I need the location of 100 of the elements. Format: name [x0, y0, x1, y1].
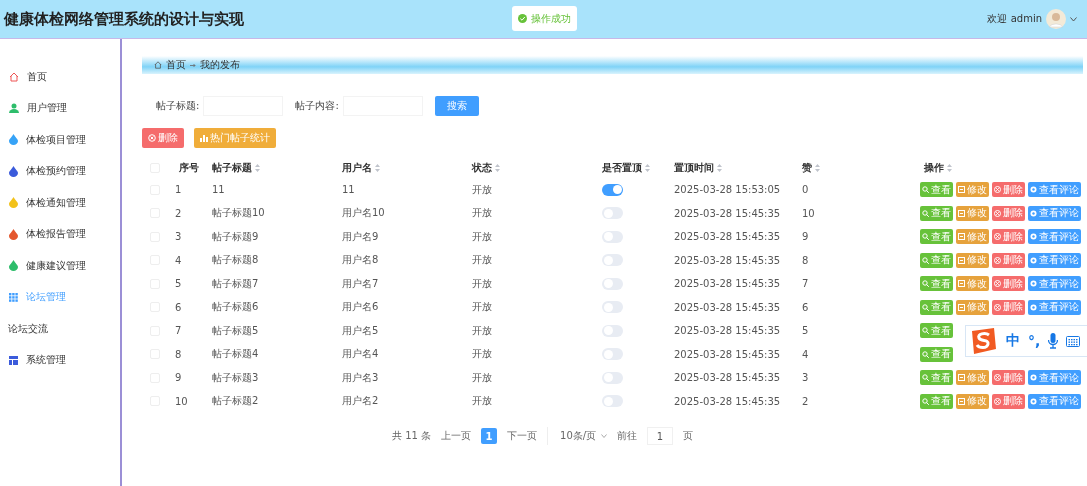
page-input[interactable]: 1: [647, 427, 674, 445]
table-cell-text: 9: [801, 231, 810, 243]
breadcrumb-link[interactable]: 我的发布: [200, 58, 240, 72]
keyboard-icon[interactable]: [1066, 335, 1081, 347]
action-button[interactable]: 查看: [920, 182, 953, 198]
action-button[interactable]: 查看: [920, 393, 953, 409]
close-circle-icon: [994, 186, 1001, 194]
action-button[interactable]: 修改: [956, 299, 989, 315]
table-cell-text: 帖子标题3: [211, 370, 260, 385]
page-button[interactable]: 1: [481, 428, 498, 444]
action-button[interactable]: 删除: [992, 370, 1025, 386]
close-circle-icon: [148, 134, 156, 142]
action-button[interactable]: 删除: [992, 299, 1025, 315]
action-button[interactable]: 查看: [920, 299, 953, 315]
table-cell-text: 帖子标题5: [211, 323, 260, 338]
action-button[interactable]: 查看评论: [1028, 205, 1081, 221]
sort-icon[interactable]: [255, 164, 260, 172]
action-button[interactable]: 删除: [992, 229, 1025, 245]
action-button[interactable]: 修改: [956, 276, 989, 292]
prev-page-button[interactable]: 上一页: [441, 429, 472, 443]
caret-icon[interactable]: [1070, 16, 1077, 22]
sidebar-item[interactable]: 论坛管理: [0, 281, 120, 313]
action-button[interactable]: 查看: [920, 323, 953, 339]
close-circle-icon: [994, 374, 1001, 382]
ime-toggle[interactable]: 中: [1006, 332, 1020, 350]
next-page-button[interactable]: 下一页: [507, 429, 538, 443]
action-button[interactable]: 修改: [956, 182, 989, 198]
ime-toggle[interactable]: °,: [1028, 333, 1041, 349]
table-cell-text: 帖子标题10: [211, 206, 266, 221]
sidebar-item[interactable]: 系统管理: [0, 344, 120, 376]
sort-icon[interactable]: [375, 164, 380, 172]
edit-icon: [958, 303, 965, 311]
action-button[interactable]: 查看评论: [1028, 393, 1081, 409]
page-size-select[interactable]: 10条/页: [547, 427, 608, 445]
sidebar-item[interactable]: 体检通知管理: [0, 187, 120, 219]
action-button[interactable]: 查看评论: [1028, 229, 1081, 245]
action-button[interactable]: 删除: [992, 276, 1025, 292]
edit-icon: [958, 186, 965, 194]
toggle-switch[interactable]: [602, 183, 623, 196]
action-button[interactable]: 删除: [992, 393, 1025, 409]
table-cell-text: 3: [174, 231, 183, 243]
action-button[interactable]: 删除: [992, 205, 1025, 221]
sort-icon[interactable]: [645, 164, 650, 172]
action-button[interactable]: 修改: [956, 229, 989, 245]
delete-button[interactable]: 删除: [142, 128, 184, 148]
sort-icon[interactable]: [947, 164, 952, 172]
action-button[interactable]: 查看: [920, 229, 953, 245]
table-cell-text: 2: [801, 395, 810, 407]
settings-icon: [1030, 256, 1037, 264]
breadcrumb-link[interactable]: 首页: [166, 58, 186, 72]
table-cell-text: 开放: [471, 206, 493, 221]
table-cell-text: 开放: [471, 229, 493, 244]
caret-icon: [601, 434, 608, 438]
sort-icon[interactable]: [495, 164, 500, 172]
action-button[interactable]: 查看评论: [1028, 370, 1081, 386]
sidebar-item[interactable]: 首页: [0, 61, 120, 93]
table-cell-text: 用户名4: [341, 347, 380, 362]
search-icon: [922, 327, 929, 335]
action-button[interactable]: 删除: [992, 252, 1025, 268]
table-cell-text: 0: [801, 184, 810, 196]
action-button[interactable]: 修改: [956, 205, 989, 221]
action-button[interactable]: 修改: [956, 393, 989, 409]
table-cell-text: 2025-03-28 15:53:05: [673, 184, 782, 196]
action-button[interactable]: 修改: [956, 252, 989, 268]
search-icon: [922, 397, 929, 405]
close-circle-icon: [994, 209, 1001, 217]
table-cell-text: 8: [174, 348, 183, 360]
statistics-button[interactable]: 热门帖子统计: [194, 128, 276, 148]
menu-section-label[interactable]: 论坛交流: [0, 313, 120, 345]
action-button[interactable]: 查看: [920, 370, 953, 386]
sort-icon[interactable]: [717, 164, 722, 172]
table-cell-text: 2025-03-28 15:45:35: [673, 348, 782, 360]
action-button[interactable]: 查看: [920, 276, 953, 292]
action-button[interactable]: 查看评论: [1028, 276, 1081, 292]
avatar[interactable]: [1046, 9, 1066, 29]
table-icon: [9, 355, 18, 365]
action-button[interactable]: 删除: [992, 182, 1025, 198]
action-button[interactable]: 查看: [920, 205, 953, 221]
arrow-icon: [190, 62, 196, 68]
action-button[interactable]: 查看评论: [1028, 182, 1081, 198]
sidebar-item[interactable]: 体检预约管理: [0, 155, 120, 187]
search-button[interactable]: 搜索: [434, 96, 479, 116]
sidebar-item[interactable]: 健康建议管理: [0, 250, 120, 282]
sort-icon[interactable]: [815, 164, 820, 172]
action-button[interactable]: 查看评论: [1028, 299, 1081, 315]
action-button[interactable]: 查看: [920, 252, 953, 268]
table-cell-text: 帖子标题7: [211, 276, 260, 291]
column-header: 用户名: [334, 161, 464, 175]
table-cell-text: 用户名6: [341, 300, 380, 315]
sidebar-item[interactable]: 用户管理: [0, 92, 120, 124]
action-button[interactable]: 查看: [920, 346, 953, 362]
microphone-icon[interactable]: [1048, 333, 1059, 349]
search-icon: [922, 374, 929, 382]
table-cell-text: 7: [801, 278, 810, 290]
table-cell-text: 开放: [471, 276, 493, 291]
action-button[interactable]: 修改: [956, 370, 989, 386]
sidebar-item[interactable]: 体检项目管理: [0, 124, 120, 156]
sidebar-item[interactable]: 体检报告管理: [0, 218, 120, 250]
action-button[interactable]: 查看评论: [1028, 252, 1081, 268]
edit-icon: [958, 397, 965, 405]
